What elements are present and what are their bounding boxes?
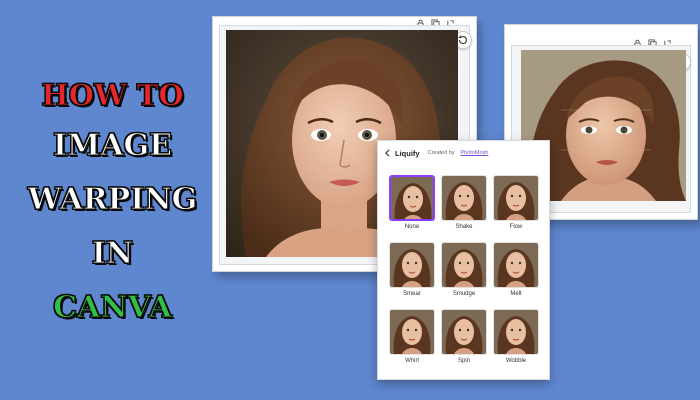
effect-label: Melt bbox=[510, 291, 522, 297]
effect-whirl[interactable]: Whirl bbox=[389, 309, 435, 364]
liquify-panel-header: Liquify Created by PhotoMosh bbox=[384, 146, 544, 160]
effect-melt[interactable]: Melt bbox=[493, 242, 539, 297]
effect-label: Shake bbox=[455, 224, 473, 230]
chevron-left-icon[interactable] bbox=[384, 149, 391, 157]
effect-shake[interactable]: Shake bbox=[441, 175, 487, 230]
effect-thumbnail bbox=[441, 175, 487, 221]
liquify-title: Liquify bbox=[395, 148, 420, 158]
effect-smear[interactable]: Smear bbox=[389, 242, 435, 297]
effect-thumbnail bbox=[441, 309, 487, 355]
effect-smudge[interactable]: Smudge bbox=[441, 242, 487, 297]
liquify-panel: Liquify Created by PhotoMosh None Shake … bbox=[377, 140, 550, 380]
effect-label: None bbox=[404, 224, 420, 230]
effect-thumbnail bbox=[493, 175, 539, 221]
effect-wobble[interactable]: Wobble bbox=[493, 309, 539, 364]
effect-label: Spin bbox=[457, 358, 470, 364]
effect-none[interactable]: None bbox=[389, 175, 435, 230]
effect-thumbnail bbox=[493, 309, 539, 355]
effect-label: Whirl bbox=[405, 358, 419, 364]
effect-thumbnail bbox=[389, 242, 435, 288]
credit-link[interactable]: PhotoMosh bbox=[461, 150, 489, 156]
effect-thumbnail bbox=[389, 175, 435, 221]
headline-line-1: HOW TO bbox=[41, 78, 184, 113]
headline-line-2: IMAGE bbox=[52, 128, 172, 164]
headline-line-4: IN bbox=[91, 236, 134, 272]
effect-spin[interactable]: Spin bbox=[441, 309, 487, 364]
effect-flow[interactable]: Flow bbox=[493, 175, 539, 230]
effect-thumbnail bbox=[493, 242, 539, 288]
effect-label: Flow bbox=[509, 224, 523, 230]
headline-line-5: CANVA bbox=[53, 290, 173, 326]
effect-thumbnail bbox=[389, 309, 435, 355]
effect-label: Smear bbox=[403, 291, 421, 297]
effect-label: Wobble bbox=[505, 358, 527, 364]
headline-line-3: WARPING bbox=[27, 182, 198, 218]
effect-label: Smudge bbox=[452, 291, 476, 297]
effect-thumbnail bbox=[441, 242, 487, 288]
credit-text: Created by bbox=[427, 150, 455, 156]
